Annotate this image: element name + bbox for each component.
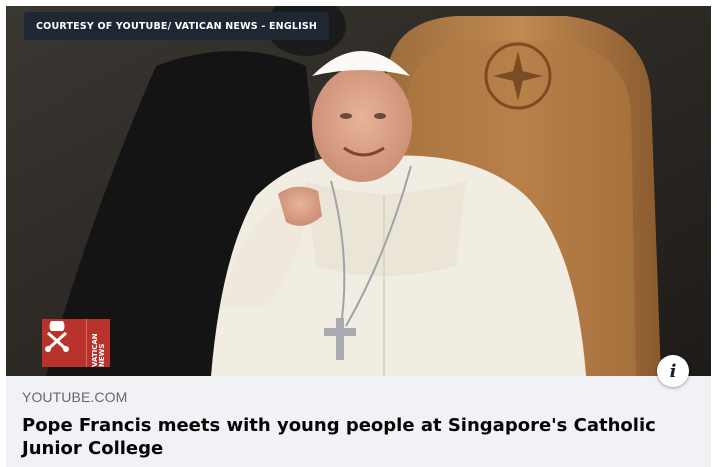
vatican-keys-icon: [42, 319, 86, 367]
vatican-news-logo: VATICAN NEWS: [42, 319, 110, 367]
info-icon[interactable]: i: [657, 355, 689, 387]
link-title[interactable]: Pope Francis meets with young people at …: [22, 414, 682, 460]
video-thumbnail[interactable]: COURTESY OF YOUTUBE/ VATICAN NEWS - ENGL…: [6, 6, 711, 376]
link-domain: YOUTUBE.COM: [22, 389, 128, 405]
link-preview-card[interactable]: COURTESY OF YOUTUBE/ VATICAN NEWS - ENGL…: [6, 6, 711, 467]
courtesy-caption: COURTESY OF YOUTUBE/ VATICAN NEWS - ENGL…: [24, 12, 330, 40]
thumbnail-image: [6, 6, 711, 376]
logo-wordmark: VATICAN NEWS: [90, 333, 106, 367]
link-meta[interactable]: YOUTUBE.COM Pope Francis meets with youn…: [6, 376, 711, 467]
